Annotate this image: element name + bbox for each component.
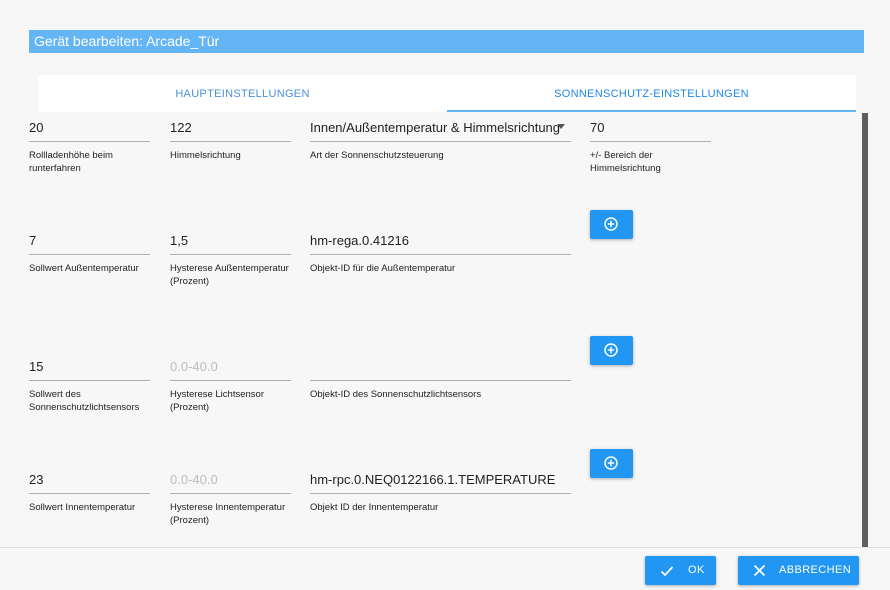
inside-temp-setpoint-input[interactable]: 23 bbox=[29, 471, 150, 494]
inside-temp-object-id-field[interactable]: hm-rpc.0.NEQ0122166.1.TEMPERATURE Objekt… bbox=[310, 471, 571, 514]
shutter-height-input[interactable]: 20 bbox=[29, 119, 150, 142]
shutter-height-field[interactable]: 20 Rollladenhöhe beim runterfahren bbox=[29, 119, 150, 175]
direction-range-field[interactable]: 70 +/- Bereich der Himmelsrichtung bbox=[590, 119, 711, 175]
light-sensor-hysteresis-field[interactable]: 0.0-40.0 Hysterese Lichtsensor (Prozent) bbox=[170, 358, 291, 414]
inside-temp-setpoint-label: Sollwert Innentemperatur bbox=[29, 502, 136, 513]
direction-range-input[interactable]: 70 bbox=[590, 119, 711, 142]
direction-range-label: +/- Bereich der Himmelsrichtung bbox=[590, 150, 661, 174]
sunshade-mode-value: Innen/Außentemperatur & Himmelsrichtung bbox=[310, 120, 561, 135]
light-sensor-hysteresis-input[interactable]: 0.0-40.0 bbox=[170, 358, 291, 381]
tab-main-settings[interactable]: HAUPTEINSTELLUNGEN bbox=[38, 75, 447, 112]
tab-sunshade-settings[interactable]: SONNENSCHUTZ-EINSTELLUNGEN bbox=[447, 75, 856, 112]
sunshade-mode-select[interactable]: Innen/Außentemperatur & Himmelsrichtung bbox=[310, 119, 571, 142]
outside-temp-setpoint-input[interactable]: 7 bbox=[29, 232, 150, 255]
settings-form[interactable]: 20 Rollladenhöhe beim runterfahren 122 H… bbox=[0, 113, 862, 547]
light-sensor-setpoint-field[interactable]: 15 Sollwert des Sonnenschutzlichtsensors bbox=[29, 358, 150, 414]
direction-input[interactable]: 122 bbox=[170, 119, 291, 142]
plus-circle-icon bbox=[604, 456, 618, 470]
inside-temp-setpoint-field[interactable]: 23 Sollwert Innentemperatur bbox=[29, 471, 150, 514]
add-button[interactable] bbox=[590, 210, 633, 239]
inside-temp-hysteresis-label: Hysterese Innentemperatur (Prozent) bbox=[170, 502, 286, 526]
add-button[interactable] bbox=[590, 336, 633, 365]
shutter-height-label: Rollladenhöhe beim runterfahren bbox=[29, 150, 113, 174]
cancel-button[interactable]: ABBRECHEN bbox=[738, 556, 859, 585]
plus-circle-icon bbox=[604, 217, 618, 231]
active-tab-indicator bbox=[447, 110, 856, 112]
check-icon bbox=[660, 566, 674, 577]
ok-button[interactable]: OK bbox=[645, 556, 716, 585]
light-sensor-object-id-input[interactable] bbox=[310, 358, 571, 381]
outside-temp-hysteresis-label: Hysterese Außentemperatur (Prozent) bbox=[170, 263, 289, 287]
light-sensor-object-id-label: Objekt-ID des Sonnenschutzlichtsensors bbox=[310, 389, 482, 400]
ok-button-label: OK bbox=[688, 564, 705, 576]
inside-temp-hysteresis-input[interactable]: 0.0-40.0 bbox=[170, 471, 291, 494]
inside-temp-object-id-label: Objekt ID der Innentemperatur bbox=[310, 502, 439, 513]
sunshade-mode-field[interactable]: Innen/Außentemperatur & Himmelsrichtung … bbox=[310, 119, 571, 162]
light-sensor-hysteresis-label: Hysterese Lichtsensor (Prozent) bbox=[170, 389, 264, 413]
close-icon bbox=[753, 564, 766, 577]
edit-device-dialog: Gerät bearbeiten: Arcade_Tür HAUPTEINSTE… bbox=[0, 0, 890, 590]
add-button[interactable] bbox=[590, 449, 633, 478]
inside-temp-hysteresis-field[interactable]: 0.0-40.0 Hysterese Innentemperatur (Proz… bbox=[170, 471, 291, 527]
scrollbar-thumb[interactable] bbox=[862, 113, 868, 547]
tab-bar: HAUPTEINSTELLUNGEN SONNENSCHUTZ-EINSTELL… bbox=[38, 75, 856, 112]
direction-field[interactable]: 122 Himmelsrichtung bbox=[170, 119, 291, 162]
sunshade-mode-label: Art der Sonnenschutzsteuerung bbox=[310, 150, 444, 161]
outside-temp-object-id-field[interactable]: hm-rega.0.41216 Objekt-ID für die Außent… bbox=[310, 232, 571, 275]
light-sensor-setpoint-input[interactable]: 15 bbox=[29, 358, 150, 381]
outside-temp-hysteresis-field[interactable]: 1,5 Hysterese Außentemperatur (Prozent) bbox=[170, 232, 291, 288]
arrow-drop-down-icon bbox=[557, 124, 565, 129]
direction-label: Himmelsrichtung bbox=[170, 150, 241, 161]
plus-circle-icon bbox=[604, 343, 618, 357]
outside-temp-setpoint-label: Sollwert Außentemperatur bbox=[29, 263, 139, 274]
outside-temp-hysteresis-input[interactable]: 1,5 bbox=[170, 232, 291, 255]
outside-temp-object-id-input[interactable]: hm-rega.0.41216 bbox=[310, 232, 571, 255]
outside-temp-setpoint-field[interactable]: 7 Sollwert Außentemperatur bbox=[29, 232, 150, 275]
outside-temp-object-id-label: Objekt-ID für die Außentemperatur bbox=[310, 263, 456, 274]
inside-temp-object-id-input[interactable]: hm-rpc.0.NEQ0122166.1.TEMPERATURE bbox=[310, 471, 571, 494]
dialog-title: Gerät bearbeiten: Arcade_Tür bbox=[29, 30, 864, 53]
light-sensor-setpoint-label: Sollwert des Sonnenschutzlichtsensors bbox=[29, 389, 140, 413]
cancel-button-label: ABBRECHEN bbox=[779, 564, 852, 576]
light-sensor-object-id-field[interactable]: Objekt-ID des Sonnenschutzlichtsensors bbox=[310, 358, 571, 401]
